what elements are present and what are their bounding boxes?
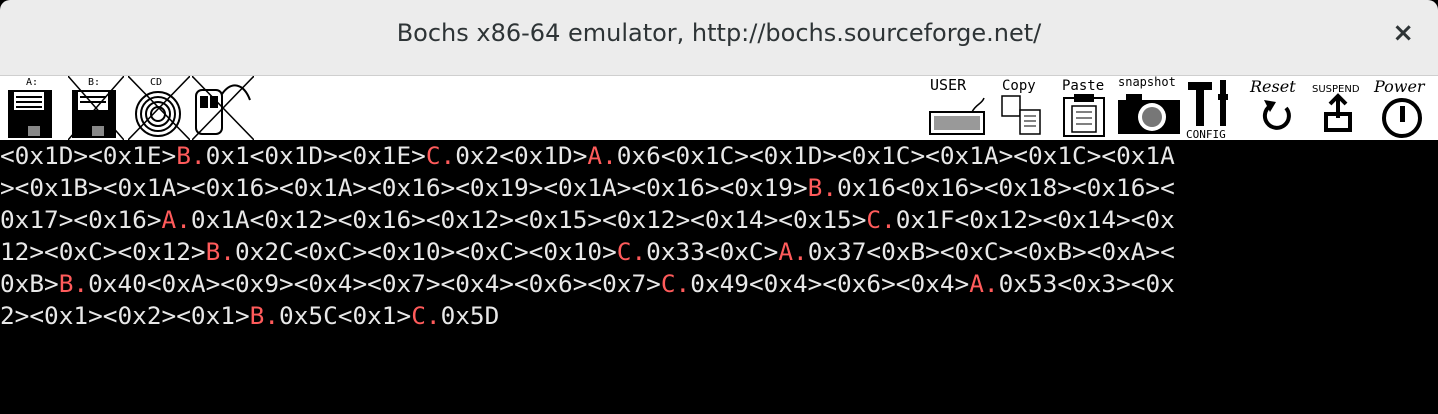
screen-text: 2><0x1><0x2><0x1> (0, 301, 250, 330)
tools-icon: CONFIG (1186, 80, 1228, 140)
power-label: Power (1373, 77, 1426, 96)
config-label: CONFIG (1186, 128, 1226, 140)
close-button[interactable]: × (1392, 18, 1414, 48)
screen-line: 2><0x1><0x2><0x1>B.0x5C<0x1>C.0x5D (0, 300, 499, 332)
screen-text: 0x17><0x16> (0, 205, 162, 234)
screen-text: 0x49<0x4><0x6><0x4> (690, 269, 970, 298)
mouse-icon (192, 76, 254, 140)
highlighted-text: A. (778, 237, 808, 266)
window-title: Bochs x86-64 emulator, http://bochs.sour… (396, 19, 1042, 47)
screen-text: 0x6<0x1C><0x1D><0x1C><0x1A><0x1C><0x1A (616, 141, 1175, 170)
bochs-toolbar: A: B: CD USER Copy Paste snapshot CONFIG… (0, 76, 1438, 140)
titlebar-corner-left (0, 0, 20, 20)
cdrom-label: CD (150, 77, 162, 88)
highlighted-text: B. (807, 173, 838, 202)
power-icon: Power (1373, 77, 1426, 138)
screen-text: 12><0xC><0x12> (0, 237, 206, 266)
reset-icon: Reset (1249, 77, 1296, 130)
floppy-a-button[interactable]: A: (4, 76, 60, 140)
highlighted-text: B. (176, 141, 206, 170)
cdrom-icon: CD (128, 76, 190, 140)
config-button[interactable]: CONFIG (1184, 76, 1244, 140)
screen-text: <0x1D><0x1E> (0, 141, 177, 170)
screen-text: 0x40<0xA><0x9><0x4><0x7><0x4><0x6><0x7> (88, 269, 661, 298)
power-button[interactable]: Power (1372, 76, 1436, 140)
screen-text: 0x2<0x1D> (455, 141, 588, 170)
highlighted-text: C. (425, 141, 456, 170)
screen-text: 0xB> (0, 269, 59, 298)
screen-line: <0x1D><0x1E>B.0x1<0x1D><0x1E>C.0x2<0x1D>… (0, 140, 1175, 172)
screen-text: 0x1A<0x12><0x16><0x12><0x15><0x12><0x14>… (190, 205, 867, 234)
screen-text: 0x37<0xB><0xC><0xB><0xA>< (807, 237, 1175, 266)
reset-button[interactable]: Reset (1248, 76, 1308, 140)
suspend-icon: SUSPEND (1312, 84, 1360, 132)
highlighted-text: C. (411, 301, 441, 330)
copy-icon: Copy (1001, 78, 1041, 135)
highlighted-text: A. (587, 141, 617, 170)
highlighted-text: A. (969, 269, 999, 298)
suspend-label: SUSPEND (1312, 84, 1360, 95)
emulator-screen[interactable]: <0x1D><0x1E>B.0x1<0x1D><0x1E>C.0x2<0x1D>… (0, 140, 1438, 414)
screen-text: 0x1F<0x12><0x14><0x (895, 205, 1175, 234)
screen-text: 0x1<0x1D><0x1E> (205, 141, 426, 170)
highlighted-text: B. (58, 269, 89, 298)
highlighted-text: C. (660, 269, 691, 298)
keyboard-icon: USER (929, 76, 985, 135)
suspend-button[interactable]: SUSPEND (1310, 76, 1372, 140)
copy-label: Copy (1002, 78, 1036, 94)
floppy-b-icon: B: (68, 76, 124, 140)
screen-line: 0x17><0x16>A.0x1A<0x12><0x16><0x12><0x15… (0, 204, 1175, 236)
camera-icon: snapshot (1118, 76, 1180, 134)
snapshot-label: snapshot (1118, 76, 1176, 89)
screen-text: 0x2C<0xC><0x10><0xC><0x10> (234, 237, 617, 266)
screen-text: 0x33<0xC> (646, 237, 779, 266)
floppy-b-label: B: (88, 77, 100, 88)
highlighted-text: C. (616, 237, 647, 266)
screen-line: 12><0xC><0x12>B.0x2C<0xC><0x10><0xC><0x1… (0, 236, 1175, 268)
highlighted-text: B. (249, 301, 280, 330)
paste-icon: Paste (1062, 78, 1105, 137)
floppy-b-button[interactable]: B: (68, 76, 124, 140)
screen-line: 0xB>B.0x40<0xA><0x9><0x4><0x7><0x4><0x6>… (0, 268, 1175, 300)
user-button[interactable]: USER (926, 76, 988, 140)
titlebar-corner-right (1418, 0, 1438, 20)
screen-text: 0x53<0x3><0x (998, 269, 1175, 298)
user-label: USER (930, 76, 967, 94)
reset-label: Reset (1249, 77, 1296, 96)
screen-text: 0x5C<0x1> (279, 301, 412, 330)
screen-text: 0x5D (440, 301, 500, 330)
mouse-button[interactable] (192, 76, 254, 140)
paste-label: Paste (1062, 78, 1104, 94)
snapshot-button[interactable]: snapshot (1114, 76, 1184, 140)
bochs-window: Bochs x86-64 emulator, http://bochs.sour… (0, 0, 1438, 414)
highlighted-text: A. (161, 205, 191, 234)
title-bar[interactable]: Bochs x86-64 emulator, http://bochs.sour… (0, 0, 1438, 76)
highlighted-text: C. (866, 205, 896, 234)
screen-text: 0x16<0x16><0x18><0x16>< (837, 173, 1175, 202)
cdrom-button[interactable]: CD (128, 76, 190, 140)
paste-button[interactable]: Paste (1058, 76, 1110, 140)
highlighted-text: B. (205, 237, 235, 266)
floppy-a-icon: A: (8, 77, 52, 138)
copy-button[interactable]: Copy (996, 76, 1046, 140)
floppy-a-label: A: (26, 77, 38, 88)
screen-text: ><0x1B><0x1A><0x16><0x1A><0x16><0x19><0x… (0, 173, 808, 202)
screen-line: ><0x1B><0x1A><0x16><0x1A><0x16><0x19><0x… (0, 172, 1175, 204)
